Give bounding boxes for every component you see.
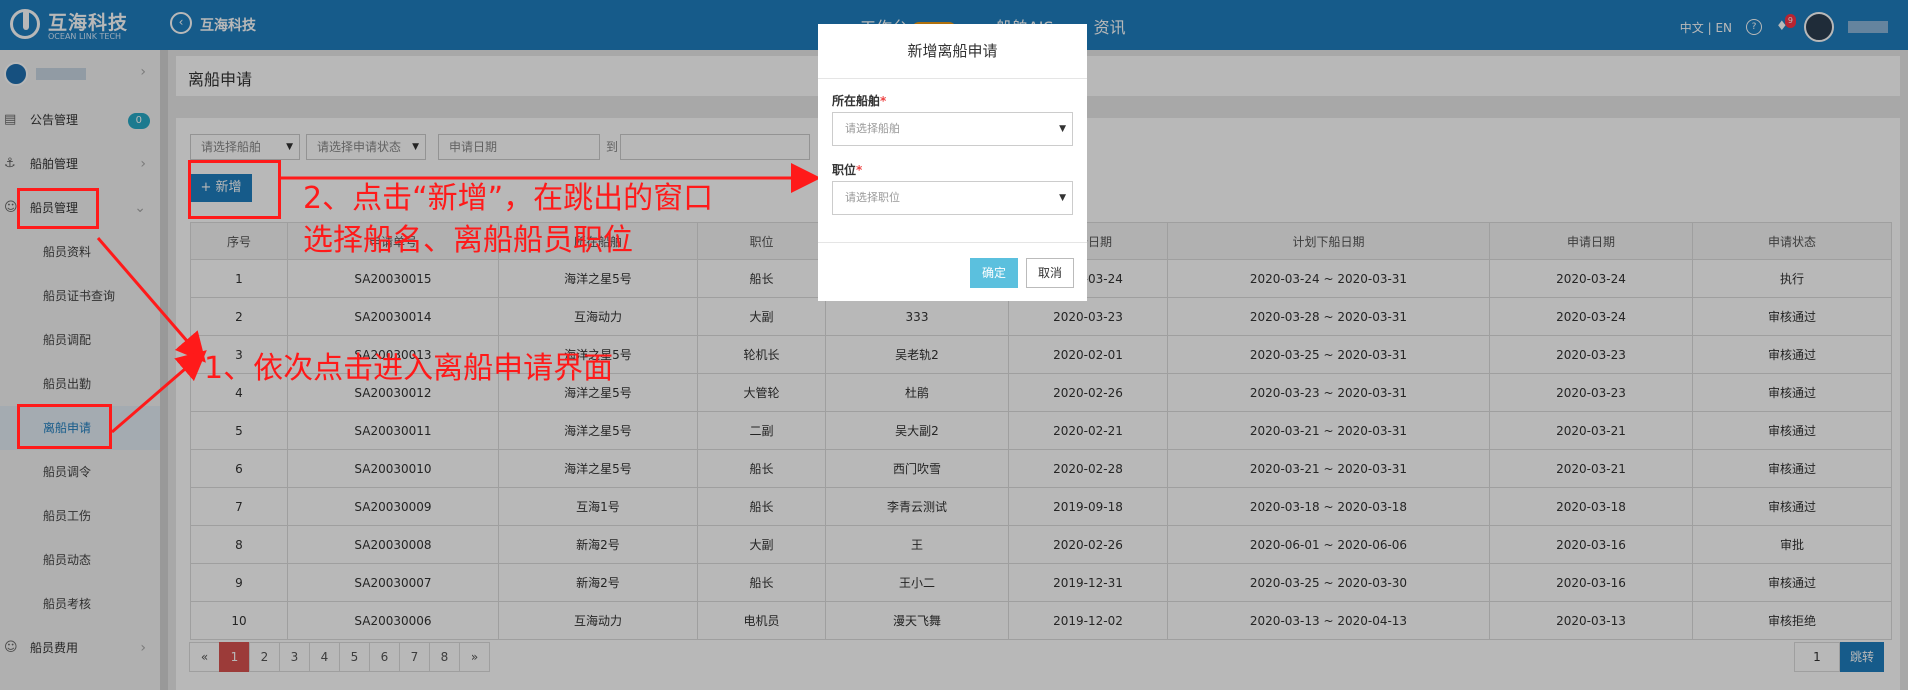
position-select[interactable]: 请选择职位 ▼ [832,181,1073,215]
position-field-label-text: 职位 [832,163,857,177]
ship-select-placeholder: 请选择船舶 [845,122,900,135]
ship-field-label-text: 所在船舶 [832,94,881,108]
new-leave-request-dialog: 新增离船申请 所在船舶* 请选择船舶 ▼ 职位* 请选择职位 ▼ 确定 取消 [818,24,1087,301]
annotation-step2-line1: 2、点击“新增”，在跳出的窗口 [303,181,714,216]
confirm-button[interactable]: 确定 [970,258,1018,288]
required-mark: * [880,94,887,108]
dialog-title: 新增离船申请 [818,24,1087,79]
cancel-button[interactable]: 取消 [1026,258,1074,288]
arrow-step1-upper [96,237,206,363]
caret-down-icon: ▼ [1059,124,1066,134]
annotation-step1: 1、依次点击进入离船申请界面 [204,351,614,386]
position-field-label: 职位* [832,161,862,178]
caret-down-icon: ▼ [1059,193,1066,203]
dialog-footer-divider [818,242,1087,243]
arrow-step1-lower [111,350,207,434]
position-select-placeholder: 请选择职位 [845,191,900,204]
required-mark: * [856,163,863,177]
annotation-step2-line2: 选择船名、离船船员职位 [303,223,633,258]
ship-field-label: 所在船舶* [832,92,886,109]
ship-select[interactable]: 请选择船舶 ▼ [832,112,1073,146]
